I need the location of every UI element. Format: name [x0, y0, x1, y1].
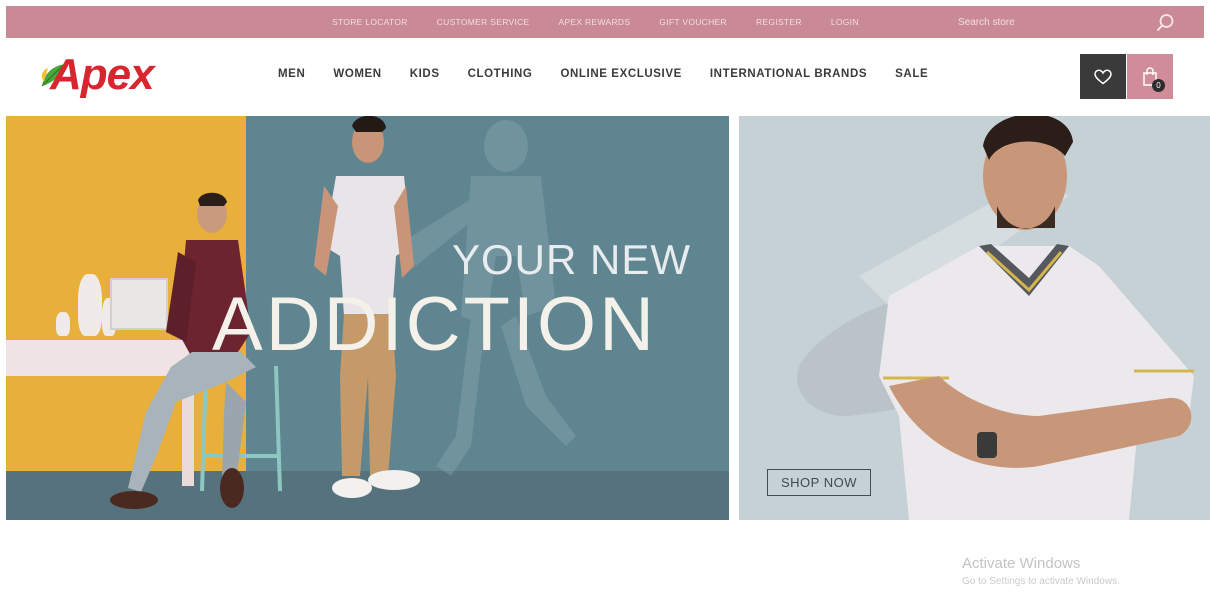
cart-button[interactable]: 0	[1127, 54, 1173, 99]
side-banner-model-image	[797, 116, 1194, 520]
gift-voucher-link[interactable]: GIFT VOUCHER	[659, 17, 727, 27]
activate-windows-subtitle: Go to Settings to activate Windows.	[962, 576, 1120, 587]
hero-headline-small: YOUR NEW	[452, 236, 691, 283]
hero-banner[interactable]: YOUR NEW ADDICTION	[6, 116, 729, 520]
nav-women[interactable]: WOMEN	[333, 68, 381, 80]
main-nav: MEN WOMEN KIDS CLOTHING ONLINE EXCLUSIVE…	[278, 68, 956, 80]
login-link[interactable]: LOGIN	[831, 17, 859, 27]
nav-international-brands[interactable]: INTERNATIONAL BRANDS	[710, 68, 867, 80]
register-link[interactable]: REGISTER	[756, 17, 802, 27]
activate-windows-title: Activate Windows	[962, 555, 1081, 572]
nav-online-exclusive[interactable]: ONLINE EXCLUSIVE	[560, 68, 681, 80]
heart-icon	[1094, 68, 1112, 84]
wishlist-button[interactable]	[1080, 54, 1126, 99]
nav-men[interactable]: MEN	[278, 68, 305, 80]
nav-clothing[interactable]: CLOTHING	[468, 68, 533, 80]
search-input[interactable]	[958, 14, 1108, 31]
logo-text: Apex	[50, 50, 155, 99]
nav-sale[interactable]: SALE	[895, 68, 928, 80]
store-locator-link[interactable]: STORE LOCATOR	[332, 17, 408, 27]
top-utility-bar: STORE LOCATOR CUSTOMER SERVICE APEX REWA…	[6, 6, 1204, 38]
side-banner[interactable]: SHOP NOW	[739, 116, 1210, 520]
main-header: Apex MEN WOMEN KIDS CLOTHING ONLINE EXCL…	[6, 38, 1204, 116]
nav-kids[interactable]: KIDS	[410, 68, 440, 80]
search-icon[interactable]	[1155, 13, 1175, 33]
vase	[78, 274, 102, 336]
shop-now-button[interactable]: SHOP NOW	[767, 469, 871, 496]
apex-logo[interactable]: Apex	[38, 46, 168, 106]
apex-rewards-link[interactable]: APEX REWARDS	[559, 17, 631, 27]
cart-count-badge: 0	[1152, 79, 1165, 92]
customer-service-link[interactable]: CUSTOMER SERVICE	[437, 17, 530, 27]
vase	[56, 312, 70, 336]
hero-headline-big: ADDICTION	[212, 282, 657, 367]
top-links: STORE LOCATOR CUSTOMER SERVICE APEX REWA…	[332, 6, 888, 38]
